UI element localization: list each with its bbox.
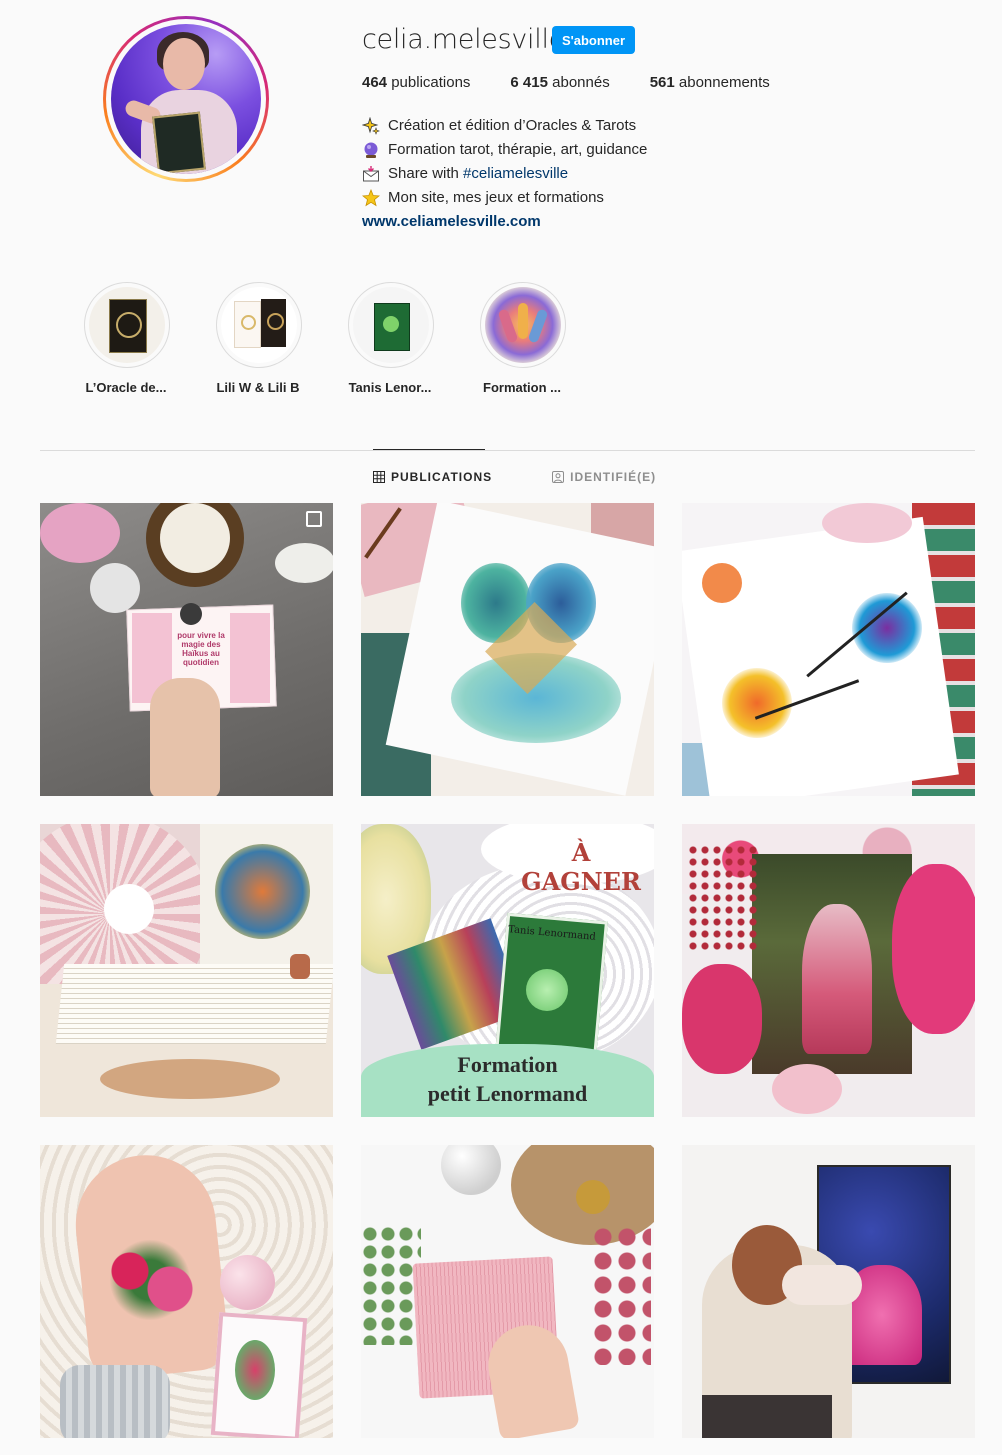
highlight-label: Formation ... (483, 380, 561, 395)
tabs-divider (40, 450, 975, 451)
stat-publications-count: 464 (362, 74, 388, 91)
star-icon (361, 188, 381, 207)
crystal-ball-icon (362, 141, 380, 159)
tab-tagged[interactable]: IDENTIFIÉ(E) (552, 470, 656, 484)
stat-following-label: abonnements (678, 74, 770, 91)
post-5-title-line1: Formation (457, 1052, 558, 1077)
bio-text-2: Formation tarot, thérapie, art, guidance (388, 141, 648, 158)
highlight-cover[interactable] (348, 282, 434, 368)
story-highlights: L’Oracle de... Lili W & Lili B Tanis Len… (82, 282, 610, 395)
highlight-item[interactable]: L’Oracle de... (82, 282, 214, 395)
stat-followers[interactable]: 6 415 abonnés (510, 74, 609, 91)
profile-avatar[interactable] (103, 16, 269, 182)
highlight-item[interactable]: Formation ... (478, 282, 610, 395)
highlight-label: Tanis Lenor... (348, 380, 432, 395)
post-5-badge: À GAGNER (521, 838, 641, 896)
bio-line: Formation tarot, thérapie, art, guidance (362, 138, 647, 162)
post-thumbnail[interactable]: À GAGNER Tanis Lenormand Formation petit… (361, 824, 654, 1117)
bio-text-3-prefix: Share with (388, 165, 464, 182)
post-thumbnail[interactable] (40, 1145, 333, 1438)
stat-publications: 464 publications (362, 74, 470, 91)
profile-stats: 464 publications 6 415 abonnés 561 abonn… (362, 74, 810, 91)
post-thumbnail[interactable] (40, 824, 333, 1117)
bio-hashtag-link[interactable]: #celiamelesville (463, 162, 568, 186)
profile-tabs: PUBLICATIONS IDENTIFIÉ(E) (373, 470, 716, 484)
bio-line: Création et édition d’Oracles & Tarots (361, 114, 647, 138)
multiple-posts-icon (306, 511, 322, 527)
post-5-title-line2: petit Lenormand (427, 1081, 588, 1106)
bio-line: www.celiamelesville.com (362, 210, 647, 234)
bio-text-1: Création et édition d’Oracles & Tarots (388, 117, 637, 134)
highlight-cover[interactable] (216, 282, 302, 368)
highlight-label: L’Oracle de... (85, 380, 167, 395)
stat-publications-label: publications (391, 74, 471, 91)
stat-following-count: 561 (649, 74, 675, 91)
post-thumbnail[interactable] (361, 503, 654, 796)
profile-username: celia.melesville (362, 24, 565, 55)
active-tab-indicator (373, 449, 485, 450)
follow-button[interactable]: S'abonner (552, 26, 635, 54)
tab-publications[interactable]: PUBLICATIONS (373, 470, 492, 484)
tab-publications-label: PUBLICATIONS (391, 470, 493, 484)
post-thumbnail[interactable] (361, 1145, 654, 1438)
avatar-image (111, 24, 261, 174)
bio-text-4: Mon site, mes jeux et formations (388, 189, 604, 206)
stat-following[interactable]: 561 abonnements (650, 74, 770, 91)
post-1-box-text: pour vivre la magie des Haïkus au quotid… (177, 631, 225, 667)
post-thumbnail[interactable] (682, 824, 975, 1117)
profile-bio: Création et édition d’Oracles & Tarots F… (361, 114, 647, 234)
bio-line: Share with #celiamelesville (362, 162, 647, 186)
stat-followers-label: abonnés (552, 74, 610, 91)
bio-line: Mon site, mes jeux et formations (361, 186, 647, 210)
highlight-cover[interactable] (84, 282, 170, 368)
grid-icon (373, 471, 385, 483)
sparkles-icon (361, 116, 380, 135)
tagged-icon (552, 471, 565, 483)
tab-tagged-label: IDENTIFIÉ(E) (570, 470, 657, 484)
stat-followers-count: 6 415 (510, 74, 548, 91)
post-thumbnail[interactable] (682, 503, 975, 796)
post-thumbnail[interactable]: pour vivre la magie des Haïkus au quotid… (40, 503, 333, 796)
highlight-cover[interactable] (480, 282, 566, 368)
highlight-item[interactable]: Lili W & Lili B (214, 282, 346, 395)
post-thumbnail[interactable] (682, 1145, 975, 1438)
envelope-icon (362, 165, 380, 183)
highlight-item[interactable]: Tanis Lenor... (346, 282, 478, 395)
highlight-label: Lili W & Lili B (216, 380, 300, 395)
website-link[interactable]: www.celiamelesville.com (362, 210, 541, 234)
